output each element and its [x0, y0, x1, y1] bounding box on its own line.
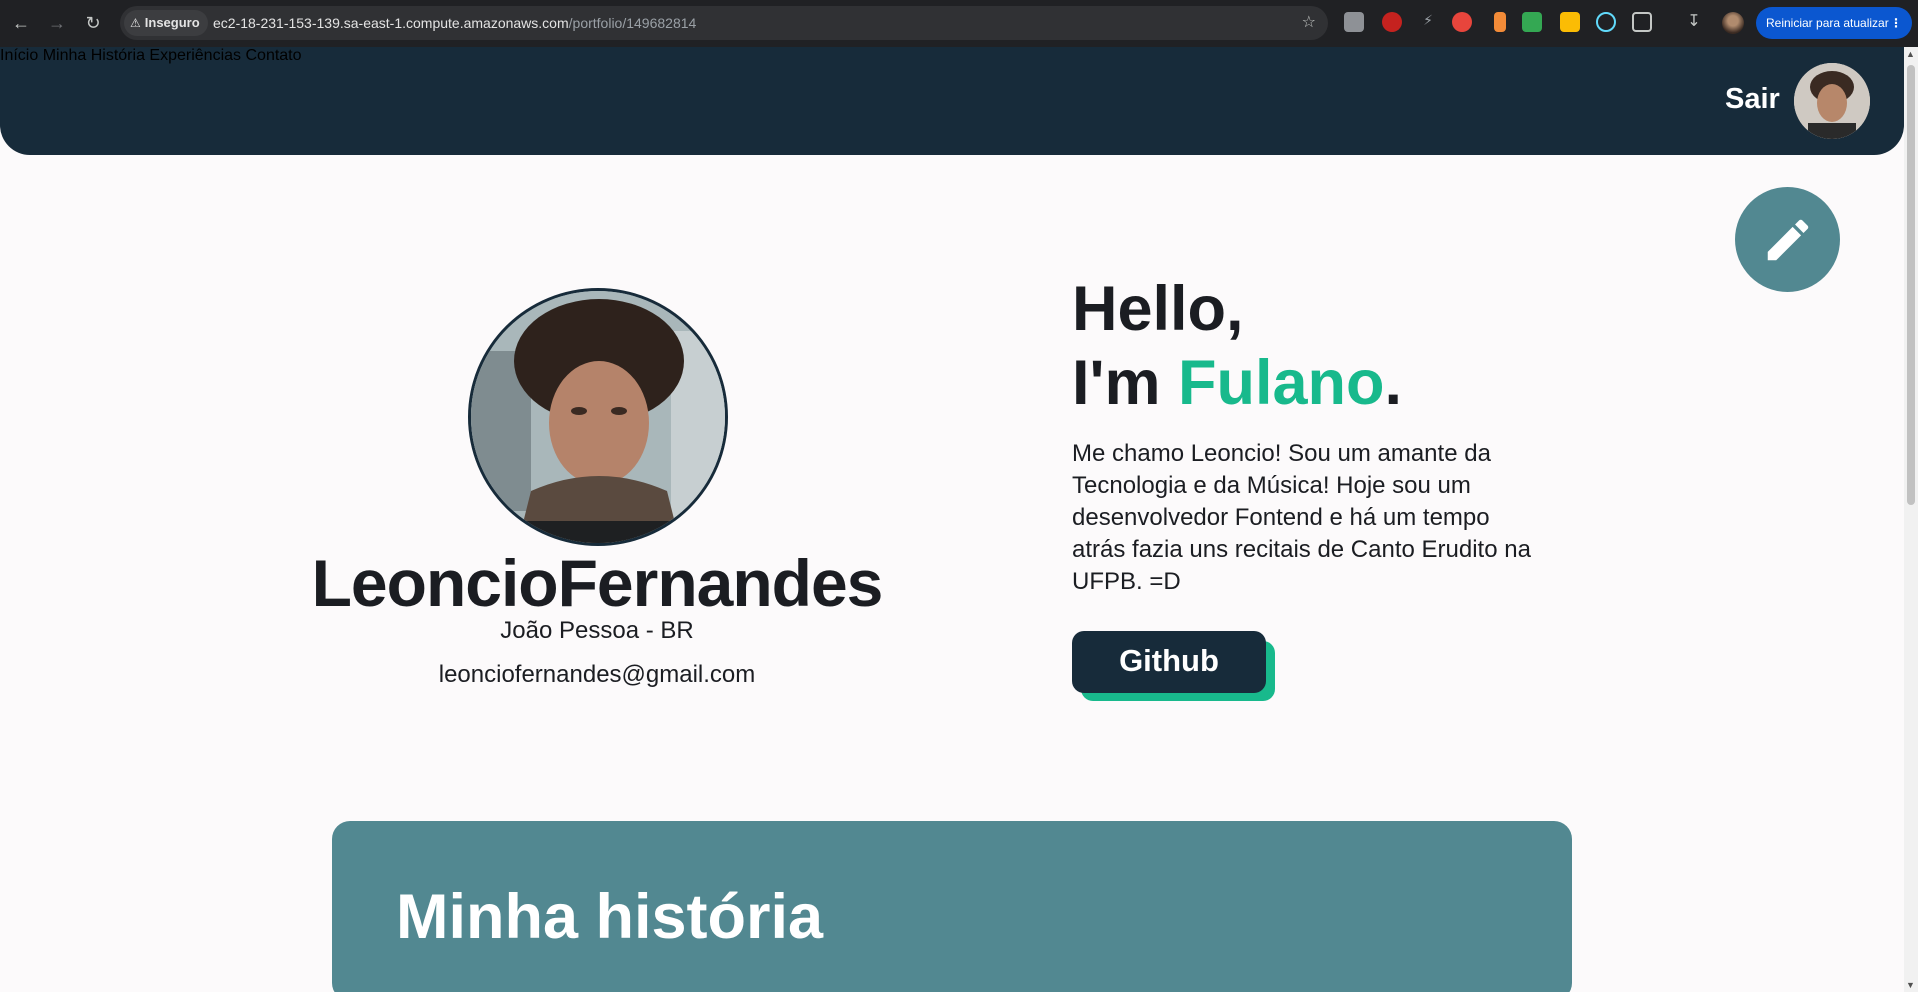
browser-toolbar: ← → ↻ ⚠ Inseguro ec2-18-231-153-139.sa-ea… [0, 0, 1918, 47]
nav-item-contato[interactable]: Contato [245, 47, 301, 64]
reload-icon[interactable]: ↻ [80, 10, 106, 36]
nav-item-experiencias[interactable]: Experiências [149, 47, 241, 64]
extension-icon[interactable] [1344, 12, 1364, 32]
pencil-icon [1767, 219, 1809, 261]
profile-photo [468, 288, 728, 546]
extensions-puzzle-icon[interactable] [1632, 12, 1652, 32]
nav-item-minha-historia[interactable]: Minha História [43, 47, 145, 64]
browser-profile-avatar[interactable] [1722, 12, 1744, 34]
intro-heading: I'm Fulano. [1072, 348, 1403, 418]
scroll-up-icon[interactable]: ▲ [1906, 49, 1915, 59]
bio-text: Me chamo Leoncio! Sou um amante da Tecno… [1072, 440, 1531, 595]
page-scrollbar[interactable]: ▲ ▼ [1904, 47, 1918, 992]
logout-link[interactable]: Sair [1725, 83, 1780, 116]
scroll-thumb[interactable] [1907, 65, 1915, 505]
github-button[interactable]: Github [1072, 631, 1266, 693]
url-text[interactable]: ec2-18-231-153-139.sa-east-1.compute.ama… [213, 6, 696, 40]
address-bar[interactable]: ⚠ Inseguro ec2-18-231-153-139.sa-east-1.c… [120, 6, 1328, 40]
forward-icon[interactable]: → [44, 10, 70, 36]
site-header: Início Minha História Experiências Conta… [0, 47, 1904, 155]
nav-item-inicio[interactable]: Início [0, 47, 38, 64]
intro-name: Fulano [1178, 348, 1385, 418]
profile-name: LeoncioFernandes [311, 546, 884, 620]
extension-icon[interactable] [1560, 12, 1580, 32]
extension-icon[interactable] [1452, 12, 1472, 32]
back-icon[interactable]: ← [8, 10, 34, 36]
greeting-heading: Hello, [1072, 274, 1244, 344]
bookmark-star-icon[interactable]: ☆ [1302, 6, 1316, 40]
warning-icon: ⚠ [130, 16, 141, 30]
extension-icon[interactable] [1382, 12, 1402, 32]
story-section: Minha história [332, 821, 1572, 992]
profile-email: leonciofernandes@gmail.com [438, 661, 756, 688]
extension-icon[interactable]: ⚡ [1418, 12, 1438, 32]
react-devtools-icon[interactable] [1596, 12, 1616, 32]
profile-location: João Pessoa - BR [500, 617, 694, 644]
scroll-down-icon[interactable]: ▼ [1906, 980, 1915, 990]
restart-update-button[interactable]: Reiniciar para atualizar ⋮ [1756, 7, 1912, 39]
extension-icon[interactable] [1494, 12, 1506, 32]
security-chip[interactable]: ⚠ Inseguro [124, 10, 208, 36]
user-avatar[interactable] [1794, 63, 1870, 139]
story-title: Minha história [396, 882, 824, 952]
edit-button[interactable] [1735, 187, 1840, 292]
menu-dots-icon[interactable]: ⋮ [1890, 7, 1902, 39]
extension-icon[interactable] [1522, 12, 1542, 32]
download-icon[interactable]: ↧ [1684, 12, 1704, 32]
